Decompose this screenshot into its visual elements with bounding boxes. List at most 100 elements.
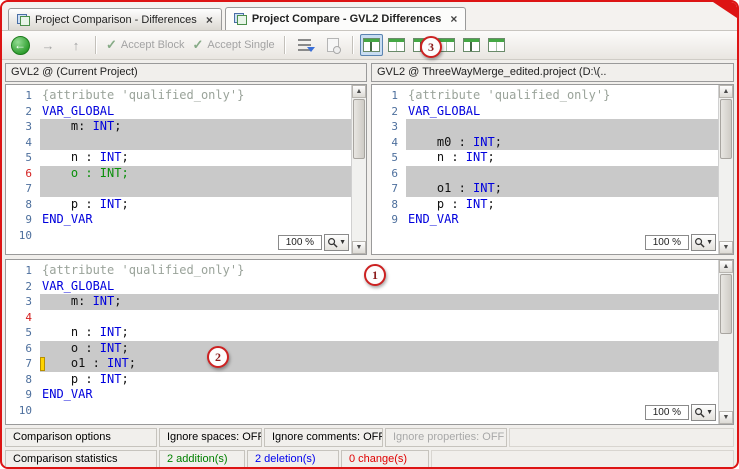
vertical-scrollbar[interactable]: ▲ ▼ [351, 85, 366, 254]
accept-single-button[interactable]: ✓ Accept Single [190, 34, 278, 56]
line-number: 7 [6, 356, 40, 372]
view-mode-6-button[interactable] [485, 34, 508, 56]
code-line[interactable]: 7 o1 : INT; [6, 356, 719, 372]
code-line[interactable]: 2VAR_GLOBAL [6, 279, 719, 295]
line-number: 4 [372, 135, 406, 151]
scrollbar-track[interactable] [719, 273, 733, 411]
scrollbar-track[interactable] [719, 98, 733, 241]
zoom-control: 100 % ▼ [645, 234, 716, 251]
callout-3: 3 [420, 36, 442, 58]
code-line[interactable]: 5 n : INT; [372, 150, 719, 166]
close-icon[interactable]: × [450, 14, 457, 24]
forward-button[interactable]: → [35, 34, 61, 56]
scrollbar-thumb[interactable] [353, 99, 365, 159]
code-text: {attribute 'qualified_only'} [40, 88, 352, 104]
zoom-button[interactable]: ▼ [324, 234, 349, 251]
code-line[interactable]: 2VAR_GLOBAL [372, 104, 719, 120]
code-line[interactable]: 8 p : INT; [372, 197, 719, 213]
line-number: 10 [6, 228, 40, 244]
view-mode-5-button[interactable] [460, 34, 483, 56]
code-text: p : INT; [40, 197, 352, 213]
code-line[interactable]: 8 p : INT; [6, 197, 352, 213]
code-line[interactable]: 1{attribute 'qualified_only'} [372, 88, 719, 104]
code-line[interactable]: 3 m: INT; [6, 294, 719, 310]
line-number: 6 [372, 166, 406, 182]
code-line[interactable]: 3 m: INT; [6, 119, 352, 135]
comparison-options-label: Comparison options [5, 428, 157, 447]
line-number: 6 [6, 166, 40, 182]
code-line[interactable]: 4 m0 : INT; [372, 135, 719, 151]
scroll-down-icon[interactable]: ▼ [352, 241, 366, 254]
code-line[interactable]: 3 [372, 119, 719, 135]
right-code-editor[interactable]: 1{attribute 'qualified_only'}2VAR_GLOBAL… [371, 84, 734, 255]
ignore-spaces-toggle[interactable]: Ignore spaces: OFF [159, 428, 262, 447]
tab-label: Project Comparison - Differences [35, 14, 197, 26]
code-line[interactable]: 9END_VAR [6, 212, 352, 228]
magnifier-icon [694, 237, 705, 248]
scroll-up-icon[interactable]: ▲ [352, 85, 366, 98]
code-line[interactable]: 5 n : INT; [6, 150, 352, 166]
scrollbar-thumb[interactable] [720, 274, 732, 334]
line-number: 8 [6, 372, 40, 388]
view-mode-2-button[interactable] [385, 34, 408, 56]
code-text [40, 181, 352, 197]
back-button[interactable]: ← [7, 34, 33, 56]
zoom-button[interactable]: ▼ [691, 404, 716, 421]
code-line[interactable]: 9END_VAR [6, 387, 719, 403]
code-text: o1 : INT; [406, 181, 719, 197]
scrollbar-thumb[interactable] [720, 99, 732, 159]
code-line[interactable]: 5 n : INT; [6, 325, 719, 341]
go-up-button[interactable]: ↑ [63, 34, 89, 56]
line-number: 9 [6, 387, 40, 403]
tab-project-compare-gvl2-differences[interactable]: Project Compare - GVL2 Differences × [225, 7, 467, 30]
line-number: 2 [6, 279, 40, 295]
code-text: VAR_GLOBAL [40, 104, 352, 120]
code-line[interactable]: 1{attribute 'qualified_only'} [6, 88, 352, 104]
scroll-up-icon[interactable]: ▲ [719, 85, 733, 98]
line-number: 2 [6, 104, 40, 120]
deletions-count: 2 deletion(s) [247, 450, 339, 469]
difference-list-icon [298, 39, 311, 51]
line-number: 3 [372, 119, 406, 135]
code-line[interactable]: 6 [372, 166, 719, 182]
accept-block-button[interactable]: ✓ Accept Block [103, 34, 188, 56]
code-text [406, 166, 719, 182]
ignore-comments-toggle[interactable]: Ignore comments: OFF [264, 428, 383, 447]
code-line[interactable]: 6 o : INT; [6, 341, 719, 357]
line-number: 1 [372, 88, 406, 104]
next-difference-button[interactable] [292, 34, 318, 56]
close-icon[interactable]: × [206, 15, 213, 25]
code-line[interactable]: 4 [6, 310, 719, 326]
comparison-statistics-row: Comparison statistics 2 addition(s) 2 de… [5, 450, 734, 469]
line-number: 3 [6, 119, 40, 135]
code-line[interactable]: 10 [6, 403, 719, 419]
code-text: p : INT; [40, 372, 719, 388]
code-line[interactable]: 7 [6, 181, 352, 197]
additions-count: 2 addition(s) [159, 450, 245, 469]
scroll-up-icon[interactable]: ▲ [719, 260, 733, 273]
line-number: 3 [6, 294, 40, 310]
scroll-down-icon[interactable]: ▼ [719, 241, 733, 254]
code-line[interactable]: 1{attribute 'qualified_only'} [6, 263, 719, 279]
scroll-down-icon[interactable]: ▼ [719, 411, 733, 424]
tab-project-comparison-differences[interactable]: Project Comparison - Differences × [8, 8, 222, 30]
left-pane-header: GVL2 @ (Current Project) [5, 63, 367, 82]
code-line[interactable]: 6 o : INT; [6, 166, 352, 182]
line-number: 1 [6, 88, 40, 104]
vertical-scrollbar[interactable]: ▲ ▼ [718, 85, 733, 254]
comparison-statistics-label: Comparison statistics [5, 450, 157, 469]
code-line[interactable]: 9END_VAR [372, 212, 719, 228]
line-number: 8 [6, 197, 40, 213]
vertical-scrollbar[interactable]: ▲ ▼ [718, 260, 733, 424]
code-line[interactable]: 7 o1 : INT; [372, 181, 719, 197]
zoom-button[interactable]: ▼ [691, 234, 716, 251]
code-text [406, 119, 719, 135]
view-mode-side-by-side-button[interactable] [360, 34, 383, 56]
scrollbar-track[interactable] [352, 98, 366, 241]
code-line[interactable]: 2VAR_GLOBAL [6, 104, 352, 120]
left-code-editor[interactable]: 1{attribute 'qualified_only'}2VAR_GLOBAL… [5, 84, 367, 255]
preview-button[interactable] [320, 34, 346, 56]
code-line[interactable]: 8 p : INT; [6, 372, 719, 388]
code-line[interactable]: 4 [6, 135, 352, 151]
code-text: m0 : INT; [406, 135, 719, 151]
